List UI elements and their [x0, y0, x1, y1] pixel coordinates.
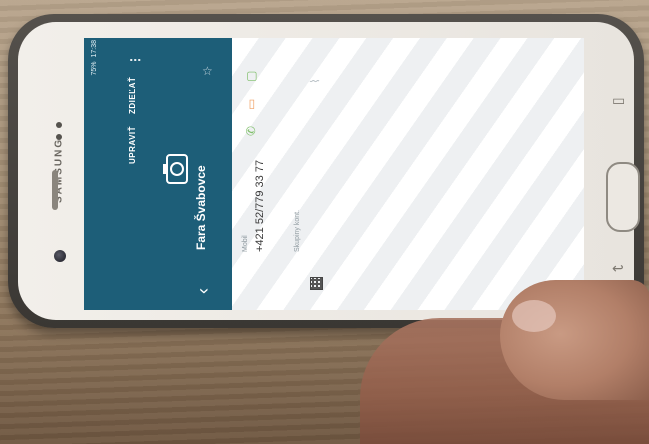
phone-number[interactable]: +421 52/779 33 77: [254, 160, 266, 252]
phone-screen: ‹ Fara Švabovce UPRAVIŤ ZDIEĽAŤ ⋮ 75% 17…: [84, 38, 584, 310]
camera-icon[interactable]: [158, 152, 192, 186]
recent-apps-icon[interactable]: ▭: [612, 92, 625, 109]
status-time: 17:38: [90, 40, 98, 58]
contact-header: ‹ Fara Švabovce UPRAVIŤ ZDIEĽAŤ ⋮ 75% 17…: [84, 38, 232, 310]
contact-name: Fara Švabovce: [194, 165, 208, 250]
message-icon[interactable]: ▭: [244, 99, 258, 110]
back-nav-icon[interactable]: ↩: [612, 260, 624, 277]
proximity-sensor: [56, 122, 62, 128]
thumb: [500, 280, 649, 400]
contact-details: Mobil +421 52/779 33 77 Skupiny kont. ✆ …: [232, 38, 584, 310]
star-icon[interactable]: ☆: [202, 64, 213, 78]
thumbnail: [512, 300, 556, 332]
share-button[interactable]: ZDIEĽAŤ: [128, 77, 137, 114]
phone-field-label: Mobil: [242, 235, 249, 252]
group-field-label: Skupiny kont.: [294, 209, 301, 252]
chevron-back-icon[interactable]: ‹: [192, 280, 214, 302]
paperclip-icon[interactable]: ⌇: [308, 78, 322, 84]
status-bar: 75% 17:38: [88, 40, 100, 90]
home-button[interactable]: [606, 162, 640, 232]
status-battery: 75%: [90, 61, 98, 76]
earpiece: [52, 170, 58, 210]
qr-code-icon[interactable]: [310, 277, 323, 290]
kebab-menu-icon[interactable]: ⋮: [128, 54, 142, 66]
phone-icon[interactable]: ✆: [244, 126, 258, 136]
light-sensor: [56, 134, 62, 140]
front-camera: [54, 250, 66, 262]
video-icon[interactable]: ▢: [244, 71, 258, 82]
edit-button[interactable]: UPRAVIŤ: [128, 126, 137, 164]
